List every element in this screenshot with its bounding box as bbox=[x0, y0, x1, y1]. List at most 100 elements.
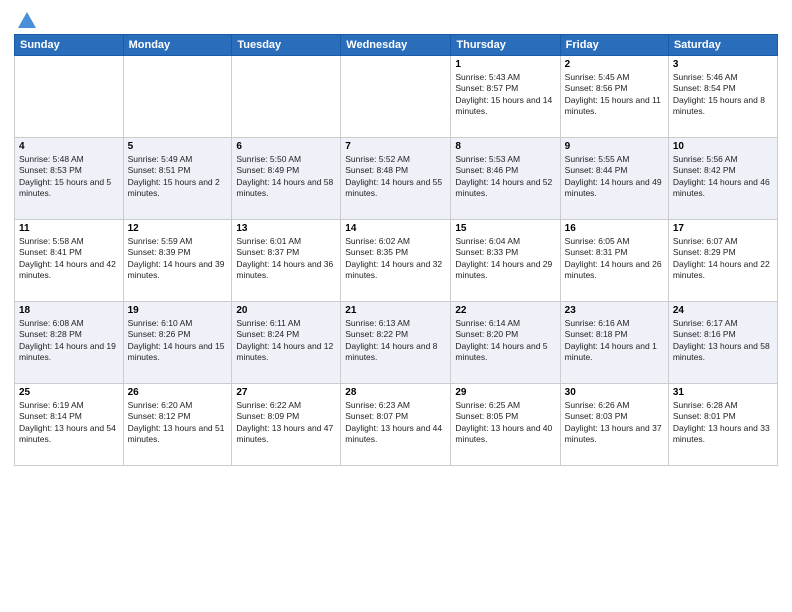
cell-info: Sunrise: 6:26 AM Sunset: 8:03 PM Dayligh… bbox=[565, 400, 664, 446]
cell-info: Sunrise: 5:46 AM Sunset: 8:54 PM Dayligh… bbox=[673, 72, 773, 118]
cell-date: 2 bbox=[565, 59, 664, 70]
calendar-week-3: 11 Sunrise: 5:58 AM Sunset: 8:41 PM Dayli… bbox=[15, 220, 778, 302]
cell-info: Sunrise: 5:50 AM Sunset: 8:49 PM Dayligh… bbox=[236, 154, 336, 200]
cell-info: Sunrise: 6:19 AM Sunset: 8:14 PM Dayligh… bbox=[19, 400, 119, 446]
cell-date: 30 bbox=[565, 387, 664, 398]
cell-date: 11 bbox=[19, 223, 119, 234]
calendar-cell: 16 Sunrise: 6:05 AM Sunset: 8:31 PM Dayli… bbox=[560, 220, 668, 302]
cell-info: Sunrise: 5:56 AM Sunset: 8:42 PM Dayligh… bbox=[673, 154, 773, 200]
calendar-cell bbox=[341, 56, 451, 138]
col-tuesday: Tuesday bbox=[232, 35, 341, 56]
cell-date: 10 bbox=[673, 141, 773, 152]
header bbox=[14, 10, 778, 28]
cell-date: 27 bbox=[236, 387, 336, 398]
calendar-cell: 1 Sunrise: 5:43 AM Sunset: 8:57 PM Daylig… bbox=[451, 56, 560, 138]
page: Sunday Monday Tuesday Wednesday Thursday… bbox=[0, 0, 792, 612]
logo-icon bbox=[16, 10, 38, 32]
calendar: Sunday Monday Tuesday Wednesday Thursday… bbox=[14, 34, 778, 466]
calendar-cell: 20Sunrise: 6:11 AM Sunset: 8:24 PM Dayli… bbox=[232, 302, 341, 384]
calendar-cell: 31 Sunrise: 6:28 AM Sunset: 8:01 PM Dayli… bbox=[668, 384, 777, 466]
col-monday: Monday bbox=[123, 35, 232, 56]
cell-date: 18 bbox=[19, 305, 119, 316]
calendar-cell: 30 Sunrise: 6:26 AM Sunset: 8:03 PM Dayli… bbox=[560, 384, 668, 466]
cell-info: Sunrise: 6:25 AM Sunset: 8:05 PM Dayligh… bbox=[455, 400, 555, 446]
cell-date: 13 bbox=[236, 223, 336, 234]
calendar-cell bbox=[123, 56, 232, 138]
cell-date: 5 bbox=[128, 141, 228, 152]
cell-date: 16 bbox=[565, 223, 664, 234]
calendar-cell: 25 Sunrise: 6:19 AM Sunset: 8:14 PM Dayli… bbox=[15, 384, 124, 466]
calendar-cell: 9 Sunrise: 5:55 AM Sunset: 8:44 PM Daylig… bbox=[560, 138, 668, 220]
logo bbox=[14, 10, 38, 28]
calendar-cell: 11 Sunrise: 5:58 AM Sunset: 8:41 PM Dayli… bbox=[15, 220, 124, 302]
calendar-cell: 23Sunrise: 6:16 AM Sunset: 8:18 PM Dayli… bbox=[560, 302, 668, 384]
cell-info: Sunrise: 5:43 AM Sunset: 8:57 PM Dayligh… bbox=[455, 72, 555, 118]
cell-date: 15 bbox=[455, 223, 555, 234]
calendar-cell: 6 Sunrise: 5:50 AM Sunset: 8:49 PM Daylig… bbox=[232, 138, 341, 220]
calendar-cell: 13 Sunrise: 6:01 AM Sunset: 8:37 PM Dayli… bbox=[232, 220, 341, 302]
calendar-cell: 19Sunrise: 6:10 AM Sunset: 8:26 PM Dayli… bbox=[123, 302, 232, 384]
calendar-cell: 22 Sunrise: 6:14 AM Sunset: 8:20 PM Dayli… bbox=[451, 302, 560, 384]
calendar-week-4: 18Sunrise: 6:08 AM Sunset: 8:28 PM Dayli… bbox=[15, 302, 778, 384]
cell-date: 7 bbox=[345, 141, 446, 152]
cell-info: Sunrise: 6:10 AM Sunset: 8:26 PM Dayligh… bbox=[128, 318, 228, 364]
cell-info: Sunrise: 6:13 AM Sunset: 8:22 PM Dayligh… bbox=[345, 318, 446, 364]
calendar-cell: 4 Sunrise: 5:48 AM Sunset: 8:53 PM Daylig… bbox=[15, 138, 124, 220]
calendar-cell: 8Sunrise: 5:53 AM Sunset: 8:46 PM Daylig… bbox=[451, 138, 560, 220]
cell-info: Sunrise: 5:45 AM Sunset: 8:56 PM Dayligh… bbox=[565, 72, 664, 118]
cell-date: 12 bbox=[128, 223, 228, 234]
cell-info: Sunrise: 6:01 AM Sunset: 8:37 PM Dayligh… bbox=[236, 236, 336, 282]
cell-date: 29 bbox=[455, 387, 555, 398]
cell-info: Sunrise: 6:14 AM Sunset: 8:20 PM Dayligh… bbox=[455, 318, 555, 364]
cell-info: Sunrise: 5:55 AM Sunset: 8:44 PM Dayligh… bbox=[565, 154, 664, 200]
cell-info: Sunrise: 6:11 AM Sunset: 8:24 PM Dayligh… bbox=[236, 318, 336, 364]
calendar-cell: 12 Sunrise: 5:59 AM Sunset: 8:39 PM Dayli… bbox=[123, 220, 232, 302]
cell-date: 1 bbox=[455, 59, 555, 70]
cell-date: 26 bbox=[128, 387, 228, 398]
col-friday: Friday bbox=[560, 35, 668, 56]
calendar-cell: 3 Sunrise: 5:46 AM Sunset: 8:54 PM Daylig… bbox=[668, 56, 777, 138]
calendar-cell: 15Sunrise: 6:04 AM Sunset: 8:33 PM Dayli… bbox=[451, 220, 560, 302]
cell-date: 9 bbox=[565, 141, 664, 152]
cell-date: 31 bbox=[673, 387, 773, 398]
calendar-week-5: 25 Sunrise: 6:19 AM Sunset: 8:14 PM Dayli… bbox=[15, 384, 778, 466]
calendar-cell bbox=[15, 56, 124, 138]
calendar-cell: 27Sunrise: 6:22 AM Sunset: 8:09 PM Dayli… bbox=[232, 384, 341, 466]
logo-text bbox=[14, 10, 38, 32]
calendar-cell: 14Sunrise: 6:02 AM Sunset: 8:35 PM Dayli… bbox=[341, 220, 451, 302]
calendar-cell: 21 Sunrise: 6:13 AM Sunset: 8:22 PM Dayli… bbox=[341, 302, 451, 384]
calendar-cell: 28 Sunrise: 6:23 AM Sunset: 8:07 PM Dayli… bbox=[341, 384, 451, 466]
cell-info: Sunrise: 6:02 AM Sunset: 8:35 PM Dayligh… bbox=[345, 236, 446, 282]
cell-info: Sunrise: 6:16 AM Sunset: 8:18 PM Dayligh… bbox=[565, 318, 664, 364]
cell-info: Sunrise: 6:07 AM Sunset: 8:29 PM Dayligh… bbox=[673, 236, 773, 282]
cell-date: 28 bbox=[345, 387, 446, 398]
cell-date: 6 bbox=[236, 141, 336, 152]
cell-info: Sunrise: 5:58 AM Sunset: 8:41 PM Dayligh… bbox=[19, 236, 119, 282]
col-saturday: Saturday bbox=[668, 35, 777, 56]
calendar-cell bbox=[232, 56, 341, 138]
cell-info: Sunrise: 5:48 AM Sunset: 8:53 PM Dayligh… bbox=[19, 154, 119, 200]
cell-info: Sunrise: 5:59 AM Sunset: 8:39 PM Dayligh… bbox=[128, 236, 228, 282]
calendar-cell: 18Sunrise: 6:08 AM Sunset: 8:28 PM Dayli… bbox=[15, 302, 124, 384]
cell-info: Sunrise: 5:49 AM Sunset: 8:51 PM Dayligh… bbox=[128, 154, 228, 200]
cell-date: 3 bbox=[673, 59, 773, 70]
cell-date: 4 bbox=[19, 141, 119, 152]
cell-info: Sunrise: 5:52 AM Sunset: 8:48 PM Dayligh… bbox=[345, 154, 446, 200]
cell-date: 24 bbox=[673, 305, 773, 316]
calendar-week-2: 4 Sunrise: 5:48 AM Sunset: 8:53 PM Daylig… bbox=[15, 138, 778, 220]
cell-info: Sunrise: 5:53 AM Sunset: 8:46 PM Dayligh… bbox=[455, 154, 555, 200]
calendar-cell: 5 Sunrise: 5:49 AM Sunset: 8:51 PM Daylig… bbox=[123, 138, 232, 220]
cell-info: Sunrise: 6:17 AM Sunset: 8:16 PM Dayligh… bbox=[673, 318, 773, 364]
cell-info: Sunrise: 6:28 AM Sunset: 8:01 PM Dayligh… bbox=[673, 400, 773, 446]
cell-date: 21 bbox=[345, 305, 446, 316]
cell-date: 22 bbox=[455, 305, 555, 316]
cell-info: Sunrise: 6:20 AM Sunset: 8:12 PM Dayligh… bbox=[128, 400, 228, 446]
calendar-cell: 2 Sunrise: 5:45 AM Sunset: 8:56 PM Daylig… bbox=[560, 56, 668, 138]
calendar-week-1: 1 Sunrise: 5:43 AM Sunset: 8:57 PM Daylig… bbox=[15, 56, 778, 138]
calendar-cell: 29 Sunrise: 6:25 AM Sunset: 8:05 PM Dayli… bbox=[451, 384, 560, 466]
calendar-cell: 24 Sunrise: 6:17 AM Sunset: 8:16 PM Dayli… bbox=[668, 302, 777, 384]
cell-info: Sunrise: 6:05 AM Sunset: 8:31 PM Dayligh… bbox=[565, 236, 664, 282]
calendar-cell: 7 Sunrise: 5:52 AM Sunset: 8:48 PM Daylig… bbox=[341, 138, 451, 220]
cell-date: 25 bbox=[19, 387, 119, 398]
cell-info: Sunrise: 6:23 AM Sunset: 8:07 PM Dayligh… bbox=[345, 400, 446, 446]
